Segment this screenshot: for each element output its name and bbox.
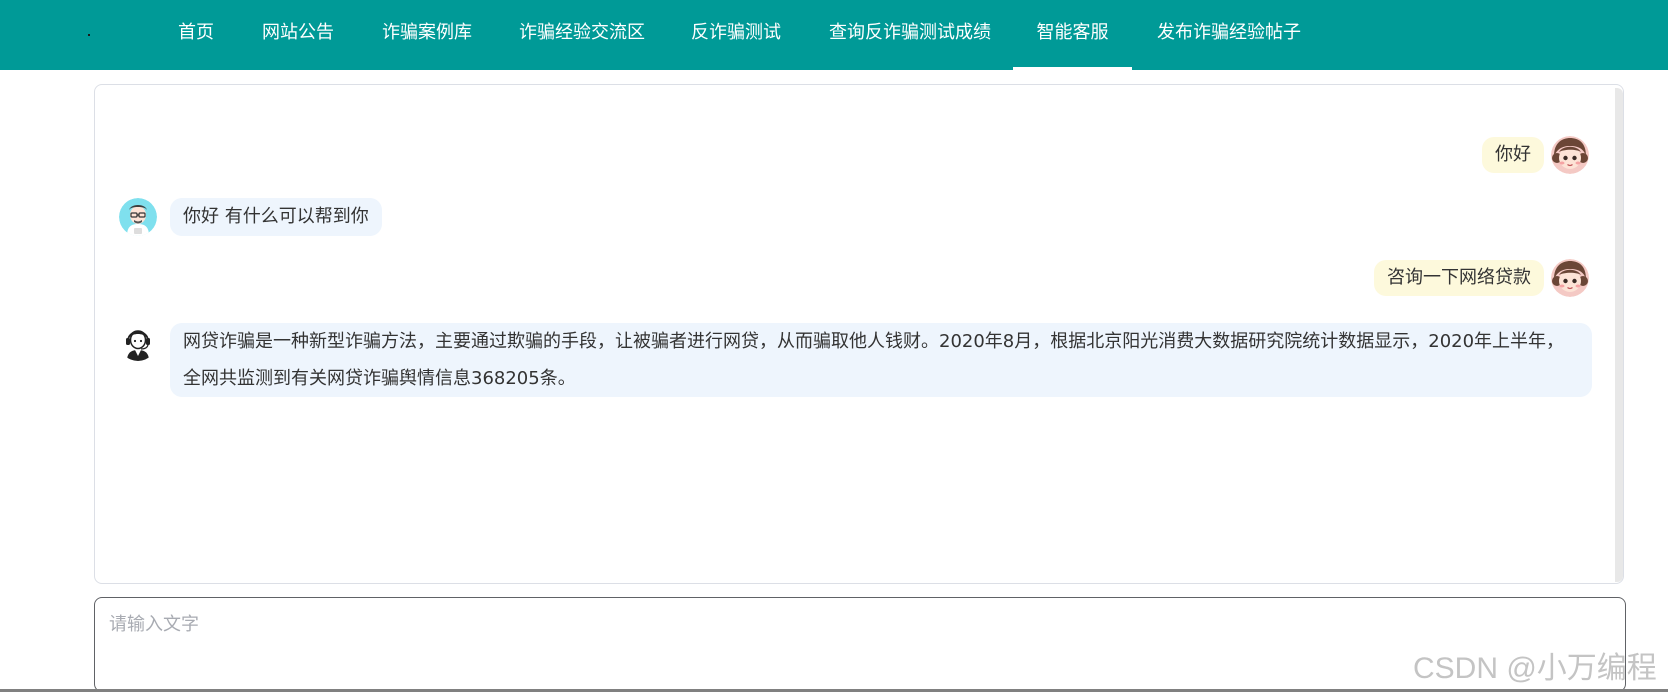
user-avatar xyxy=(1551,136,1589,174)
nav-smart-service[interactable]: 智能客服 xyxy=(1013,0,1132,70)
bot-message-bubble: 网贷诈骗是一种新型诈骗方法，主要通过欺骗的手段，让被骗者进行网贷，从而骗取他人钱… xyxy=(170,323,1592,397)
headset-agent-icon xyxy=(119,323,157,361)
nav-post-fraud-experience[interactable]: 发布诈骗经验帖子 xyxy=(1157,0,1301,70)
message-input[interactable] xyxy=(107,608,1611,692)
user-message-bubble: 你好 xyxy=(1482,137,1544,173)
chat-scrollbar[interactable] xyxy=(1615,88,1623,582)
support-agent-icon xyxy=(119,198,157,236)
bot-message-bubble: 你好 有什么可以帮到你 xyxy=(170,198,382,236)
user-message-bubble: 咨询一下网络贷款 xyxy=(1374,260,1544,296)
girl-avatar-icon xyxy=(1551,259,1589,297)
top-navbar: 首页 网站公告 诈骗案例库 诈骗经验交流区 反诈骗测试 查询反诈骗测试成绩 智能… xyxy=(0,0,1668,70)
nav-fraud-experience-forum[interactable]: 诈骗经验交流区 xyxy=(519,0,645,70)
nav-test-scores[interactable]: 查询反诈骗测试成绩 xyxy=(829,0,991,70)
chat-panel: 你好 你好 有什么可以帮到你 咨询一下网络贷款 网贷诈骗是一种新型诈骗方法，主要… xyxy=(94,84,1624,584)
bot-avatar xyxy=(119,198,157,236)
nav-anti-fraud-test[interactable]: 反诈骗测试 xyxy=(691,0,781,70)
nav-fraud-cases[interactable]: 诈骗案例库 xyxy=(382,0,472,70)
watermark: CSDN @小万编程 xyxy=(1413,652,1657,685)
bot-avatar xyxy=(119,323,157,361)
user-avatar xyxy=(1551,259,1589,297)
nav-announcements[interactable]: 网站公告 xyxy=(262,0,334,70)
girl-avatar-icon xyxy=(1551,136,1589,174)
nav-home[interactable]: 首页 xyxy=(176,0,216,70)
logo-dot xyxy=(88,34,90,36)
message-input-box[interactable] xyxy=(94,597,1626,692)
